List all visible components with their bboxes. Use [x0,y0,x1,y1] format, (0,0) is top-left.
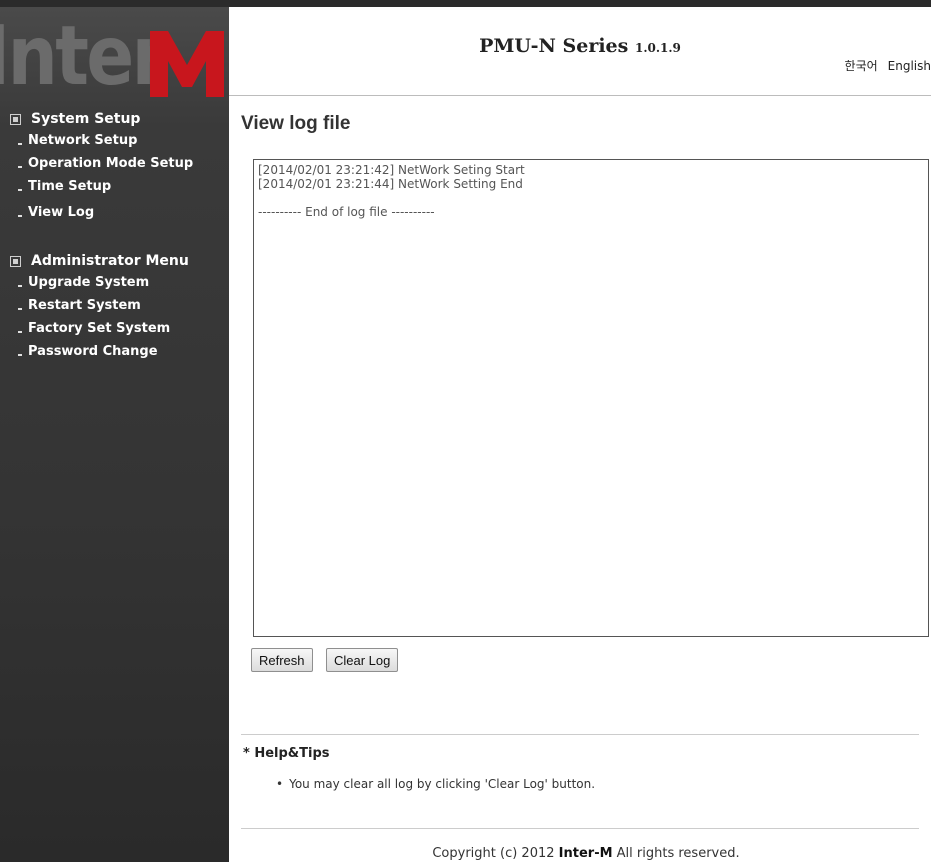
menu-view-log[interactable]: View Log [10,201,193,224]
product-title: PMU-N Series 1.0.1.9 [229,35,931,57]
help-tip-item: You may clear all log by clicking 'Clear… [276,777,595,791]
refresh-button[interactable]: Refresh [251,648,313,672]
company-name: Inter-M [558,846,613,861]
help-tips-heading: * Help&Tips [243,746,330,761]
language-selector: 한국어 English [835,57,931,74]
menu-time-setup[interactable]: Time Setup [10,175,193,198]
system-setup-section: System Setup Network Setup Operation Mod… [10,109,193,224]
administrator-menu-heading: Administrator Menu [10,251,189,271]
divider [241,734,919,735]
product-name: PMU-N Series [479,35,629,57]
product-version: 1.0.1.9 [634,41,681,55]
language-english-link[interactable]: English [888,59,931,73]
copyright-footer: Copyright (c) 2012 Inter-M All rights re… [432,846,740,861]
top-bar [0,0,931,7]
bullet-icon [18,353,22,356]
clear-log-button[interactable]: Clear Log [326,648,399,672]
log-textarea[interactable]: [2014/02/01 23:21:42] NetWork Seting Sta… [253,159,929,637]
header: PMU-N Series 1.0.1.9 한국어 English [229,7,931,96]
bullet-icon [18,214,22,217]
menu-operation-mode-setup[interactable]: Operation Mode Setup [10,152,193,175]
bullet-icon [18,188,22,191]
divider [241,828,919,829]
section-box-icon [10,113,21,125]
bullet-icon [18,284,22,287]
menu-restart-system[interactable]: Restart System [10,294,189,317]
bullet-icon [18,330,22,333]
menu-network-setup[interactable]: Network Setup [10,129,193,152]
bullet-icon [18,307,22,310]
inter-m-logo: Inter [0,17,229,97]
administrator-menu-section: Administrator Menu Upgrade System Restar… [10,251,189,363]
menu-factory-set-system[interactable]: Factory Set System [10,317,189,340]
bullet-icon [18,142,22,145]
system-setup-heading: System Setup [10,109,193,129]
menu-password-change[interactable]: Password Change [10,340,189,363]
bullet-icon [18,165,22,168]
menu-upgrade-system[interactable]: Upgrade System [10,271,189,294]
sidebar: Inter System Setup Network Setup Operati… [0,7,229,862]
section-box-icon [10,255,21,267]
language-korean-link[interactable]: 한국어 [845,59,878,73]
page-title: View log file [241,113,351,134]
